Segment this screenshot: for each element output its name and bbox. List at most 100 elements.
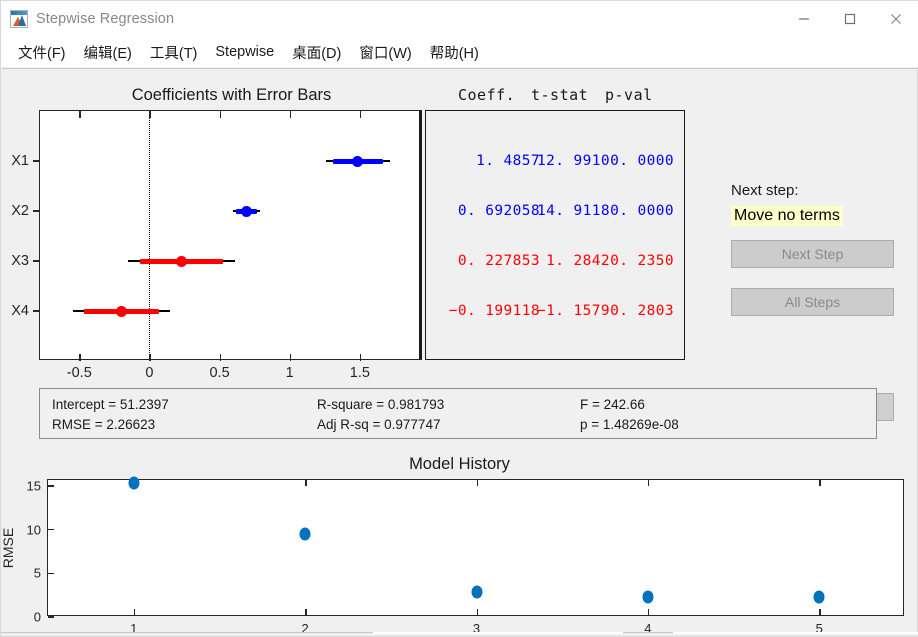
- table-header-pval: p-val: [605, 86, 653, 104]
- model-history-y-tick-label: 5: [33, 565, 41, 581]
- x-axis-tick-label: 0.5: [209, 365, 230, 381]
- term-label-x3[interactable]: X3: [11, 253, 29, 269]
- model-history-y-tick-label: 10: [26, 522, 41, 538]
- menu-item-tools[interactable]: 工具(T): [141, 39, 207, 66]
- coefficient-point[interactable]: [115, 305, 127, 317]
- table-cell-coeff: 0. 692058: [457, 203, 540, 219]
- model-history-y-tick: [48, 616, 54, 618]
- summary-intercept: Intercept = 51.2397: [52, 397, 169, 412]
- menu-item-window[interactable]: 窗口(W): [350, 39, 420, 66]
- model-history-title: Model History: [409, 455, 510, 473]
- window-bottom-edge: [1, 632, 918, 636]
- coefficient-error-bar-plot[interactable]: -0.5 0 0.5 1 1.5 X1 X2 X3 X4: [11, 110, 422, 381]
- x-axis-tick-label: 1: [285, 365, 294, 381]
- coefficient-point[interactable]: [175, 255, 187, 267]
- model-history-y-tick-label: 0: [33, 609, 41, 625]
- table-cell-pval: 0. 0000: [610, 153, 674, 169]
- next-step-button[interactable]: Next Step: [731, 240, 894, 268]
- table-cell-tstat: 12. 9910: [536, 153, 610, 169]
- coefficient-point[interactable]: [352, 155, 364, 167]
- model-history-point[interactable]: [642, 590, 654, 604]
- y-axis-tick: [33, 310, 40, 312]
- table-cell-pval: 0. 0000: [610, 203, 674, 219]
- model-history-x-tick: [647, 609, 650, 615]
- model-history-y-tick: [48, 528, 54, 531]
- table-cell-coeff: 0. 227853: [457, 253, 540, 269]
- menu-item-file[interactable]: 文件(F): [9, 39, 75, 66]
- stepwise-regression-window: Stepwise Regression 文件(F) 编辑(E) 工具(T) St…: [0, 0, 918, 637]
- model-history-plot[interactable]: RMSE 0 5 10 15 1 2 3 4 5: [0, 476, 904, 636]
- x-axis-tick: [289, 111, 292, 118]
- x-axis-tick-label: 1.5: [349, 365, 370, 381]
- summary-rmse: RMSE = 2.26623: [52, 417, 156, 432]
- x-axis-tick: [219, 354, 222, 361]
- summary-f-stat: F = 242.66: [580, 397, 645, 412]
- model-history-point[interactable]: [471, 585, 482, 599]
- x-axis-tick-label: -0.5: [66, 365, 92, 381]
- summary-p-value: p = 1.48269e-08: [580, 417, 679, 432]
- table-cell-tstat: 1. 2842: [546, 253, 610, 269]
- menu-item-desktop[interactable]: 桌面(D): [283, 39, 350, 66]
- close-icon[interactable]: [873, 1, 918, 37]
- table-cell-tstat: −1. 1579: [536, 303, 610, 319]
- x-axis-tick: [149, 354, 151, 361]
- x-axis-tick: [149, 111, 151, 118]
- x-axis-tick: [359, 354, 362, 361]
- term-label-x1[interactable]: X1: [11, 153, 29, 169]
- model-history-point[interactable]: [128, 476, 140, 490]
- model-history-x-tick: [476, 609, 478, 615]
- window-controls: [781, 1, 918, 37]
- coefficient-plot-title: Coefficients with Error Bars: [131, 86, 332, 104]
- next-step-value: Move no terms: [731, 206, 843, 226]
- model-history-y-tick-label: 15: [26, 478, 41, 494]
- x-axis-tick: [79, 354, 81, 361]
- zero-reference-line: [149, 111, 151, 359]
- table-header-coeff: Coeff.: [458, 86, 516, 104]
- x-axis-tick: [79, 111, 81, 118]
- model-summary-panel: Intercept = 51.2397 RMSE = 2.26623 R-squ…: [39, 388, 877, 439]
- maximize-icon[interactable]: [827, 1, 873, 37]
- coefficient-point[interactable]: [241, 205, 253, 217]
- window-title: Stepwise Regression: [36, 11, 175, 27]
- y-axis-tick: [33, 260, 40, 262]
- y-axis-tick: [33, 160, 40, 162]
- model-history-x-tick: [133, 609, 136, 615]
- menu-item-edit[interactable]: 编辑(E): [75, 39, 141, 66]
- model-history-x-tick: [819, 609, 821, 615]
- minimize-icon[interactable]: [781, 1, 827, 37]
- all-steps-button[interactable]: All Steps: [731, 288, 894, 316]
- menu-item-stepwise[interactable]: Stepwise: [206, 41, 283, 63]
- title-bar: Stepwise Regression: [1, 1, 918, 37]
- table-cell-pval: 0. 2350: [610, 253, 674, 269]
- y-axis-tick: [33, 210, 40, 212]
- model-history-point[interactable]: [813, 590, 825, 604]
- term-label-x4[interactable]: X4: [11, 303, 29, 319]
- next-step-label: Next step:: [731, 182, 799, 199]
- summary-rsquare: R-square = 0.981793: [317, 397, 445, 412]
- model-history-x-tick: [305, 609, 307, 615]
- matlab-membrane-icon: [10, 10, 28, 28]
- x-axis-tick: [289, 354, 292, 361]
- model-history-ylabel: RMSE: [0, 527, 16, 568]
- model-history-x-tick: [476, 480, 478, 486]
- coefficient-stats-table: 1. 4857 12. 9910 0. 0000 0. 692058 14. 9118 0…: [425, 110, 685, 360]
- model-history-x-tick: [647, 480, 650, 486]
- main-content: Coefficients with Error Bars -0.5 0 0.5 1 1.…: [0, 68, 917, 636]
- summary-adj-rsq: Adj R-sq = 0.977747: [317, 417, 441, 432]
- model-history-x-tick: [819, 480, 821, 486]
- model-history-x-tick: [305, 480, 307, 486]
- table-cell-tstat: 14. 9118: [536, 203, 610, 219]
- menu-item-help[interactable]: 帮助(H): [421, 39, 488, 66]
- term-label-x2[interactable]: X2: [11, 203, 29, 219]
- model-history-y-tick: [48, 485, 54, 487]
- table-cell-coeff: −0. 199118: [448, 303, 540, 319]
- model-history-point[interactable]: [299, 527, 311, 541]
- table-cell-coeff: 1. 4857: [476, 153, 540, 169]
- x-axis-tick: [359, 111, 362, 118]
- table-cell-pval: 0. 2803: [610, 303, 674, 319]
- x-axis-tick: [219, 111, 222, 118]
- model-history-y-tick: [48, 572, 54, 575]
- x-axis-tick-label: 0: [145, 365, 154, 381]
- table-header-tstat: t-stat: [531, 86, 589, 104]
- menu-bar: 文件(F) 编辑(E) 工具(T) Stepwise 桌面(D) 窗口(W) 帮…: [1, 37, 918, 67]
